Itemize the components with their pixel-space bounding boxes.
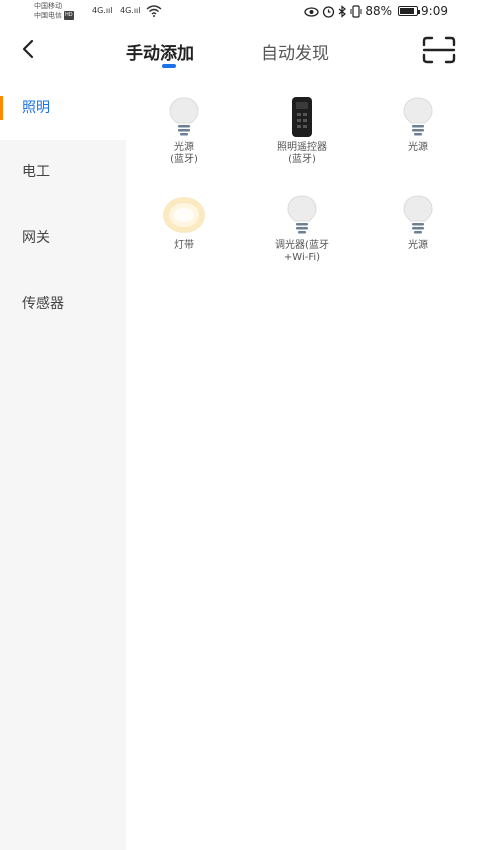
sidebar-item-lighting[interactable]: 照明 [0, 76, 126, 140]
vibrate-icon [350, 4, 362, 18]
battery-fill [400, 8, 415, 14]
device-item[interactable]: 照明遥控器 (蓝牙) [244, 96, 360, 166]
device-label: 光源 (蓝牙) [170, 142, 198, 165]
battery-icon [398, 6, 421, 16]
device-item[interactable]: 灯带 [126, 194, 242, 252]
sidebar-item-label: 网关 [22, 230, 50, 246]
bulb-icon [403, 195, 433, 234]
device-label: 光源 [408, 142, 428, 153]
device-item[interactable]: 调光器(蓝牙 +Wi-Fi) [244, 194, 360, 264]
carrier-2: 中国电信 [34, 11, 62, 20]
sidebar-item-gateway[interactable]: 网关 [0, 206, 126, 270]
signal-icon: 4G.ııl [92, 6, 113, 15]
light-strip-icon [163, 197, 205, 233]
bulb-icon [403, 97, 433, 136]
status-bar: 中国移动 中国电信 HD 4G.ııl 4G.ııl 88% 9:09 [0, 0, 478, 24]
remote-icon [292, 97, 312, 137]
category-sidebar: 照明 电工 网关 传感器 [0, 76, 126, 850]
device-item[interactable]: 光源 [360, 194, 476, 252]
carrier-info: 中国移动 中国电信 HD [34, 2, 74, 21]
status-right: 88% 9:09 [304, 4, 448, 18]
top-nav: 手动添加 自动发现 [0, 24, 478, 76]
device-item[interactable]: 光源 [360, 96, 476, 154]
device-label: 调光器(蓝牙 +Wi-Fi) [275, 240, 329, 263]
battery-percent: 88% [365, 4, 393, 18]
wifi-icon [146, 5, 162, 17]
sidebar-item-sensor[interactable]: 传感器 [0, 272, 126, 336]
tab-indicator [162, 64, 176, 68]
scan-icon[interactable] [422, 36, 456, 64]
device-label: 灯带 [174, 240, 194, 251]
eye-comfort-icon [304, 6, 320, 17]
sidebar-item-label: 照明 [22, 100, 50, 116]
hd-badge: HD [64, 11, 74, 20]
bluetooth-icon [338, 4, 347, 18]
device-label: 照明遥控器 (蓝牙) [277, 142, 327, 165]
bulb-icon [169, 97, 199, 136]
device-label: 光源 [408, 240, 428, 251]
signal-icon: 4G.ııl [120, 6, 141, 15]
clock: 9:09 [421, 4, 448, 18]
tab-auto-discover[interactable]: 自动发现 [261, 39, 329, 64]
sidebar-item-electrical[interactable]: 电工 [0, 140, 126, 204]
bulb-icon [287, 195, 317, 234]
carrier-1: 中国移动 [34, 2, 62, 10]
device-item[interactable]: 光源 (蓝牙) [126, 96, 242, 166]
back-icon[interactable] [18, 38, 40, 60]
tab-manual-add[interactable]: 手动添加 [126, 39, 194, 64]
alarm-icon [323, 5, 335, 18]
sidebar-item-label: 传感器 [22, 296, 64, 312]
sidebar-item-label: 电工 [22, 164, 50, 180]
